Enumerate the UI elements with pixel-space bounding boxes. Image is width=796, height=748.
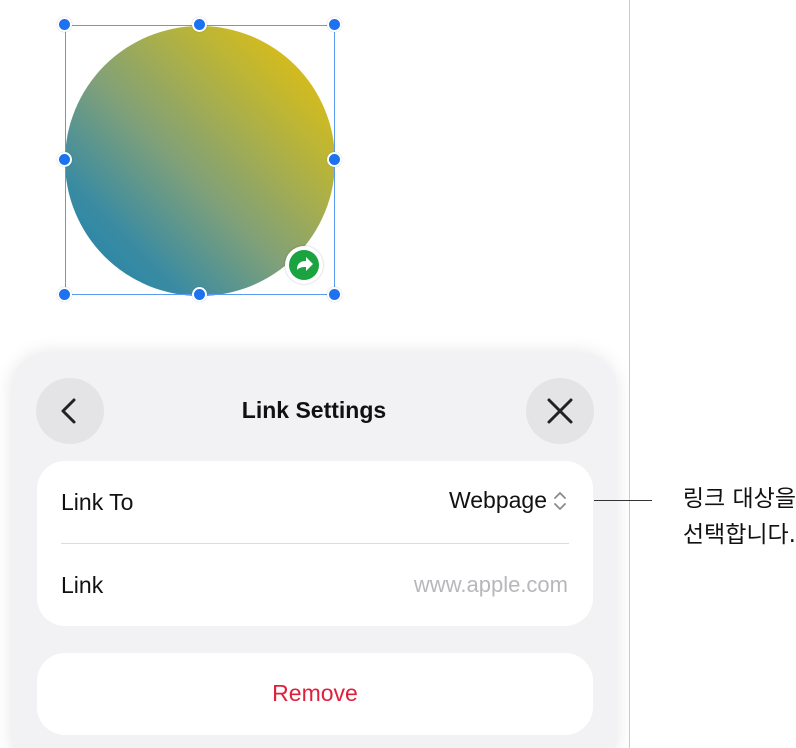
callout-text: 링크 대상을 선택합니다. xyxy=(652,481,796,553)
callout-line xyxy=(594,500,652,501)
callout-line-1: 링크 대상을 xyxy=(682,486,796,512)
resize-handle-bottom[interactable] xyxy=(192,287,207,302)
link-to-picker[interactable]: Webpage xyxy=(449,487,567,514)
link-settings-group: Link To Webpage Link www.apple.com xyxy=(37,461,593,626)
remove-group: Remove xyxy=(37,653,593,735)
link-to-row[interactable]: Link To Webpage xyxy=(37,461,593,543)
link-to-label: Link To xyxy=(61,489,134,515)
resize-handle-bottom-left[interactable] xyxy=(57,287,72,302)
device-screen: Link Settings Link To Webpage Link www.a… xyxy=(0,0,630,748)
link-settings-sheet: Link Settings Link To Webpage Link www.a… xyxy=(11,352,617,748)
resize-handle-right[interactable] xyxy=(327,152,342,167)
callout-line-2: 선택합니다. xyxy=(682,522,796,548)
close-button[interactable] xyxy=(526,378,594,444)
up-down-chevron-icon xyxy=(554,491,566,510)
remove-button[interactable]: Remove xyxy=(37,680,593,707)
resize-handle-bottom-right[interactable] xyxy=(327,287,342,302)
selected-shape[interactable] xyxy=(0,0,360,320)
link-to-value: Webpage xyxy=(448,487,547,513)
resize-handle-top[interactable] xyxy=(192,17,207,32)
link-row[interactable]: Link www.apple.com xyxy=(37,544,593,626)
link-label: Link xyxy=(61,572,104,598)
link-url-field[interactable]: www.apple.com xyxy=(414,572,568,598)
link-badge[interactable] xyxy=(285,246,323,284)
resize-handle-top-left[interactable] xyxy=(57,17,72,32)
close-icon xyxy=(547,398,573,424)
resize-handle-top-right[interactable] xyxy=(327,17,342,32)
link-arrow-icon xyxy=(289,250,319,280)
resize-handle-left[interactable] xyxy=(57,152,72,167)
